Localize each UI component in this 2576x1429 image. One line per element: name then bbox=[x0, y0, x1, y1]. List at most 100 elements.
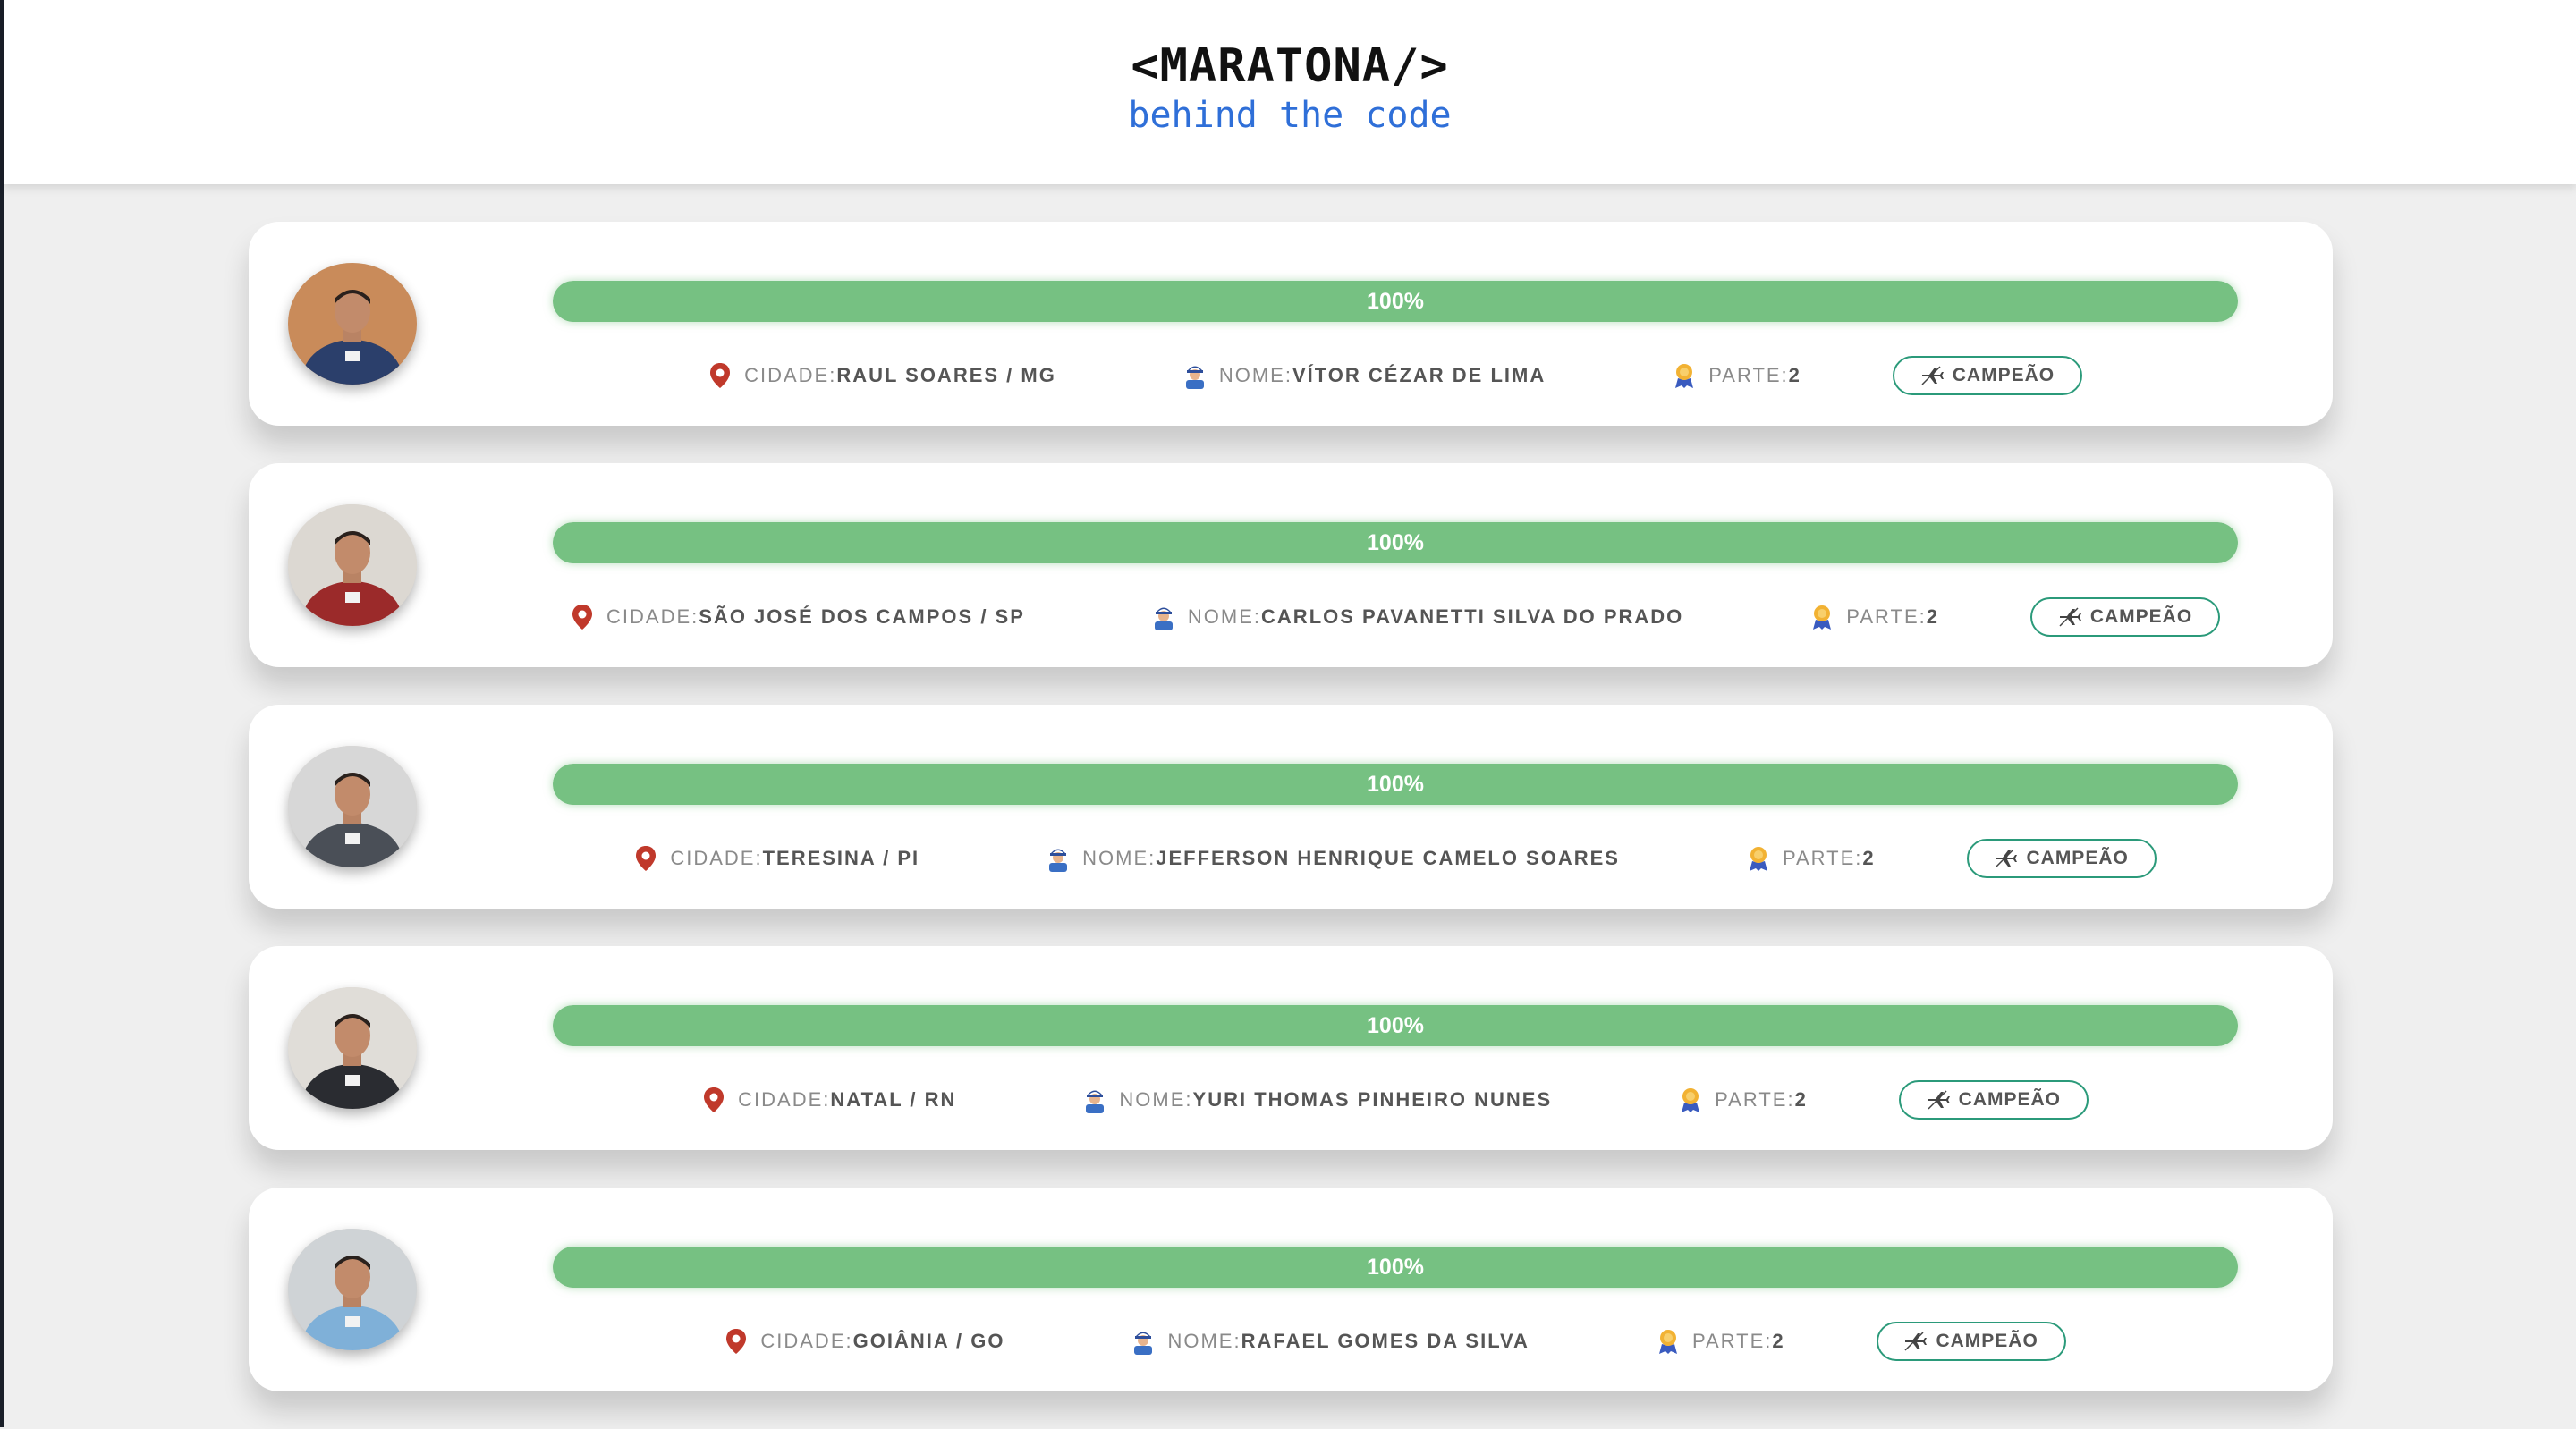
map-pin-icon bbox=[726, 1329, 747, 1354]
city-field: CIDADE: NATAL / RN bbox=[702, 1087, 956, 1113]
airplane-icon bbox=[1921, 366, 1944, 385]
avatar-photo bbox=[288, 263, 417, 385]
part-value: 2 bbox=[1788, 364, 1801, 386]
medal-icon bbox=[1813, 605, 1832, 630]
airplane-icon bbox=[2059, 607, 2081, 627]
info-row: CIDADE: SÃO JOSÉ DOS CAMPOS / SP NOME: C… bbox=[553, 596, 2238, 638]
progress-label: 100% bbox=[1367, 288, 1424, 314]
champion-button[interactable]: CAMPEÃO bbox=[2029, 597, 2220, 637]
avatar bbox=[288, 263, 417, 385]
part-value: 2 bbox=[1794, 1088, 1808, 1111]
city-field: CIDADE: GOIÂNIA / GO bbox=[724, 1328, 1004, 1355]
progress-fill: 100% bbox=[553, 281, 2238, 322]
medal-icon bbox=[1675, 364, 1694, 388]
participant-card-3: 100% CIDADE: TERESINA / PI NOME: JEFFERS… bbox=[249, 705, 2333, 909]
avatar bbox=[288, 1229, 417, 1350]
name-value: YURI THOMAS PINHEIRO NUNES bbox=[1192, 1088, 1553, 1111]
part-key: PARTE: bbox=[1782, 847, 1863, 869]
part-field: PARTE: 2 bbox=[1679, 1087, 1808, 1113]
name-key: NOME: bbox=[1187, 605, 1262, 628]
city-value: SÃO JOSÉ DOS CAMPOS / SP bbox=[699, 605, 1025, 628]
avatar bbox=[288, 987, 417, 1109]
name-key: NOME: bbox=[1167, 1330, 1241, 1352]
part-value: 2 bbox=[1772, 1330, 1785, 1352]
info-row: CIDADE: TERESINA / PI NOME: JEFFERSON HE… bbox=[553, 837, 2238, 880]
city-value: RAUL SOARES / MG bbox=[836, 364, 1056, 386]
avatar bbox=[288, 746, 417, 867]
city-value: NATAL / RN bbox=[830, 1088, 957, 1111]
champion-button[interactable]: CAMPEÃO bbox=[1898, 1080, 2089, 1120]
progress-bar: 100% bbox=[553, 281, 2238, 322]
city-value: GOIÂNIA / GO bbox=[852, 1330, 1005, 1352]
champion-label: CAMPEÃO bbox=[2089, 606, 2193, 627]
name-key: NOME: bbox=[1218, 364, 1292, 386]
page-header: <MARATONA/> behind the code bbox=[4, 0, 2576, 184]
city-key: CIDADE: bbox=[606, 605, 699, 628]
window-left-edge bbox=[0, 0, 4, 1427]
progress-fill: 100% bbox=[553, 1005, 2238, 1046]
map-pin-icon bbox=[710, 363, 731, 388]
pilot-icon bbox=[1086, 1090, 1105, 1113]
progress-bar: 100% bbox=[553, 764, 2238, 805]
airplane-icon bbox=[1904, 1332, 1928, 1351]
avatar bbox=[288, 504, 417, 626]
name-field: NOME: RAFAEL GOMES DA SILVA bbox=[1131, 1328, 1529, 1355]
avatar-photo bbox=[288, 746, 417, 867]
pilot-icon bbox=[1134, 1332, 1153, 1355]
city-key: CIDADE: bbox=[670, 847, 763, 869]
part-value: 2 bbox=[1862, 847, 1876, 869]
map-pin-icon bbox=[636, 846, 657, 871]
name-field: NOME: CARLOS PAVANETTI SILVA DO PRADO bbox=[1152, 604, 1683, 630]
part-field: PARTE: 2 bbox=[1673, 362, 1801, 389]
airplane-icon bbox=[1928, 1090, 1950, 1110]
info-row: CIDADE: NATAL / RN NOME: YURI THOMAS PIN… bbox=[553, 1078, 2238, 1121]
city-value: TERESINA / PI bbox=[762, 847, 920, 869]
champion-label: CAMPEÃO bbox=[2026, 848, 2129, 868]
participant-card-2: 100% CIDADE: SÃO JOSÉ DOS CAMPOS / SP NO… bbox=[249, 463, 2333, 667]
pilot-icon bbox=[1049, 849, 1068, 872]
progress-label: 100% bbox=[1367, 529, 1424, 555]
progress-bar: 100% bbox=[553, 1005, 2238, 1046]
city-field: CIDADE: RAUL SOARES / MG bbox=[708, 362, 1056, 389]
champion-label: CAMPEÃO bbox=[1958, 1089, 2061, 1110]
map-pin-icon bbox=[572, 605, 593, 630]
progress-label: 100% bbox=[1367, 771, 1424, 797]
champion-button[interactable]: CAMPEÃO bbox=[1966, 839, 2157, 878]
info-row: CIDADE: RAUL SOARES / MG NOME: VÍTOR CÉZ… bbox=[553, 354, 2238, 397]
progress-fill: 100% bbox=[553, 522, 2238, 563]
name-field: NOME: YURI THOMAS PINHEIRO NUNES bbox=[1083, 1087, 1552, 1113]
city-field: CIDADE: SÃO JOSÉ DOS CAMPOS / SP bbox=[571, 604, 1025, 630]
medal-icon bbox=[1658, 1330, 1677, 1354]
name-value: RAFAEL GOMES DA SILVA bbox=[1241, 1330, 1530, 1352]
pilot-icon bbox=[1185, 366, 1204, 389]
part-field: PARTE: 2 bbox=[1747, 845, 1876, 872]
progress-bar: 100% bbox=[553, 1247, 2238, 1288]
part-key: PARTE: bbox=[1846, 605, 1927, 628]
progress-bar: 100% bbox=[553, 522, 2238, 563]
city-key: CIDADE: bbox=[738, 1088, 831, 1111]
name-field: NOME: JEFFERSON HENRIQUE CAMELO SOARES bbox=[1046, 845, 1620, 872]
participant-card-1: 100% CIDADE: RAUL SOARES / MG NOME: VÍTO… bbox=[249, 222, 2333, 426]
name-value: CARLOS PAVANETTI SILVA DO PRADO bbox=[1261, 605, 1684, 628]
logo-title: <MARATONA/> bbox=[1131, 39, 1449, 93]
part-field: PARTE: 2 bbox=[1810, 604, 1939, 630]
progress-label: 100% bbox=[1367, 1012, 1424, 1038]
name-value: VÍTOR CÉZAR DE LIMA bbox=[1292, 364, 1546, 386]
part-field: PARTE: 2 bbox=[1657, 1328, 1785, 1355]
participant-card-4: 100% CIDADE: NATAL / RN NOME: YURI THOMA… bbox=[249, 946, 2333, 1150]
progress-fill: 100% bbox=[553, 1247, 2238, 1288]
name-key: NOME: bbox=[1082, 847, 1157, 869]
part-value: 2 bbox=[1926, 605, 1939, 628]
champion-button[interactable]: CAMPEÃO bbox=[1892, 356, 2082, 395]
medal-icon bbox=[1749, 847, 1767, 871]
pilot-icon bbox=[1154, 607, 1173, 630]
participant-list: 100% CIDADE: RAUL SOARES / MG NOME: VÍTO… bbox=[249, 222, 2333, 1429]
city-field: CIDADE: TERESINA / PI bbox=[634, 845, 919, 872]
avatar-photo bbox=[288, 504, 417, 626]
info-row: CIDADE: GOIÂNIA / GO NOME: RAFAEL GOMES … bbox=[553, 1320, 2238, 1363]
logo-subtitle: behind the code bbox=[1128, 95, 1452, 136]
city-key: CIDADE: bbox=[744, 364, 837, 386]
champion-button[interactable]: CAMPEÃO bbox=[1876, 1322, 2066, 1361]
avatar-photo bbox=[288, 987, 417, 1109]
medal-icon bbox=[1682, 1088, 1700, 1112]
